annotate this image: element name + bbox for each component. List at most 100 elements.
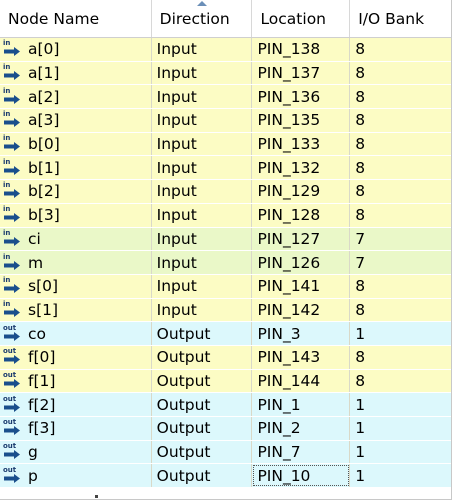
table-row[interactable]: out f[1] Output PIN_144 8 [0, 369, 451, 394]
column-header-io-bank[interactable]: I/O Bank [350, 0, 451, 37]
direction-cell[interactable]: Output [152, 464, 253, 488]
location-cell[interactable]: PIN_132 [252, 156, 351, 180]
direction-cell[interactable]: Input [152, 38, 253, 61]
table-row[interactable]: in a[3] Input PIN_135 8 [0, 109, 451, 133]
node-name-cell[interactable]: out f[2] [0, 393, 152, 416]
direction-cell[interactable]: Input [152, 203, 253, 227]
direction-cell[interactable]: Output [152, 322, 253, 345]
io-bank-cell[interactable]: 8 [350, 85, 451, 108]
direction-cell[interactable]: Input [152, 61, 253, 85]
table-row[interactable]: in b[0] Input PIN_133 8 [0, 132, 451, 157]
direction-cell[interactable]: Input [152, 85, 253, 109]
io-bank-cell[interactable]: 8 [350, 180, 451, 203]
location-cell[interactable]: PIN_126 [252, 251, 351, 274]
node-name-cell[interactable]: in a[2] [0, 85, 152, 109]
direction-cell[interactable]: Output [152, 393, 253, 416]
table-row[interactable]: in ci Input PIN_127 7 [0, 227, 451, 252]
location-cell[interactable]: PIN_129 [252, 180, 351, 203]
table-row[interactable]: out p Output PIN_10 1 [0, 464, 451, 489]
node-name-cell[interactable]: out g [0, 440, 152, 464]
table-row[interactable]: in a[2] Input PIN_136 8 [0, 85, 451, 110]
location-cell[interactable]: PIN_143 [252, 345, 351, 369]
node-name-cell[interactable]: in b[1] [0, 156, 152, 180]
node-name-cell[interactable]: in s[1] [0, 298, 152, 322]
node-name-cell[interactable]: in ci [0, 227, 152, 251]
location-cell[interactable]: PIN_128 [252, 203, 351, 227]
direction-cell[interactable]: Input [152, 298, 253, 322]
io-bank-cell[interactable]: 8 [350, 275, 451, 298]
column-header-direction[interactable]: Direction [152, 0, 253, 37]
location-cell[interactable]: PIN_144 [252, 369, 351, 393]
node-name-cell[interactable]: in s[0] [0, 274, 152, 298]
location-cell[interactable]: PIN_135 [252, 109, 351, 132]
io-bank-cell[interactable]: 8 [350, 204, 451, 227]
direction-cell[interactable]: Output [152, 417, 253, 440]
node-name-cell[interactable]: in a[0] [0, 38, 152, 61]
location-cell[interactable]: PIN_137 [252, 61, 351, 85]
table-row[interactable]: in s[0] Input PIN_141 8 [0, 274, 451, 299]
table-row[interactable]: out co Output PIN_3 1 [0, 322, 451, 346]
direction-cell[interactable]: Input [152, 156, 253, 180]
io-bank-cell[interactable]: 8 [350, 370, 451, 393]
location-cell[interactable]: PIN_142 [252, 298, 351, 322]
location-cell[interactable]: PIN_2 [252, 417, 351, 440]
location-cell[interactable]: PIN_1 [252, 393, 351, 416]
location-cell[interactable]: PIN_138 [252, 38, 351, 61]
table-row[interactable]: in m Input PIN_126 7 [0, 251, 451, 275]
direction-cell[interactable]: Output [152, 440, 253, 464]
column-resize-handle[interactable] [95, 495, 98, 498]
location-cell[interactable]: PIN_136 [252, 85, 351, 109]
node-name-cell[interactable]: in b[3] [0, 203, 152, 227]
table-row[interactable]: in b[2] Input PIN_129 8 [0, 180, 451, 204]
io-bank-cell[interactable]: 1 [350, 393, 451, 416]
node-name-cell[interactable]: in a[3] [0, 109, 152, 132]
table-row[interactable]: out g Output PIN_7 1 [0, 440, 451, 465]
table-row[interactable]: out f[0] Output PIN_143 8 [0, 345, 451, 370]
node-name-cell[interactable]: in b[2] [0, 180, 152, 203]
column-header-location[interactable]: Location [252, 0, 351, 37]
io-bank-cell[interactable]: 1 [350, 417, 451, 440]
io-bank-cell[interactable]: 8 [350, 133, 451, 156]
io-bank-cell[interactable]: 1 [350, 441, 451, 464]
direction-cell[interactable]: Input [152, 251, 253, 274]
location-cell[interactable]: PIN_7 [252, 440, 351, 464]
direction-cell[interactable]: Input [152, 274, 253, 298]
node-name-cell[interactable]: out f[1] [0, 369, 152, 393]
io-bank-cell[interactable]: 8 [350, 38, 451, 61]
direction-cell[interactable]: Output [152, 369, 253, 393]
direction-cell[interactable]: Input [152, 180, 253, 203]
location-cell[interactable]: PIN_3 [252, 322, 351, 345]
io-bank-cell[interactable]: 8 [350, 109, 451, 132]
node-name-cell[interactable]: in a[1] [0, 61, 152, 85]
io-bank-cell[interactable]: 1 [350, 464, 451, 487]
io-bank-cell[interactable]: 8 [350, 346, 451, 369]
node-name-cell[interactable]: out p [0, 464, 152, 488]
column-header-node-name[interactable]: Node Name [0, 0, 152, 37]
table-row[interactable]: out f[3] Output PIN_2 1 [0, 417, 451, 441]
table-row[interactable]: in a[1] Input PIN_137 8 [0, 61, 451, 86]
io-bank-cell[interactable]: 8 [350, 299, 451, 322]
io-bank-cell[interactable]: 8 [350, 62, 451, 85]
node-name-cell[interactable]: out f[3] [0, 417, 152, 440]
direction-cell[interactable]: Input [152, 227, 253, 251]
node-name-cell[interactable]: out co [0, 322, 152, 345]
io-bank-cell[interactable]: 8 [350, 156, 451, 179]
table-row[interactable]: in b[1] Input PIN_132 8 [0, 156, 451, 181]
node-name-cell[interactable]: in b[0] [0, 132, 152, 156]
direction-cell[interactable]: Input [152, 109, 253, 132]
io-bank-cell[interactable]: 1 [350, 322, 451, 345]
location-cell[interactable]: PIN_127 [252, 227, 351, 251]
table-row[interactable]: in s[1] Input PIN_142 8 [0, 298, 451, 323]
node-name-cell[interactable]: in m [0, 251, 152, 274]
direction-cell[interactable]: Output [152, 345, 253, 369]
node-name-cell[interactable]: out f[0] [0, 345, 152, 369]
location-cell[interactable]: PIN_141 [252, 274, 351, 298]
location-cell[interactable]: PIN_10 [252, 464, 351, 488]
table-row[interactable]: in a[0] Input PIN_138 8 [0, 38, 451, 62]
table-row[interactable]: out f[2] Output PIN_1 1 [0, 393, 451, 417]
io-bank-cell[interactable]: 7 [350, 228, 451, 251]
io-bank-cell[interactable]: 7 [350, 251, 451, 274]
table-row[interactable]: in b[3] Input PIN_128 8 [0, 203, 451, 228]
location-cell[interactable]: PIN_133 [252, 132, 351, 156]
direction-cell[interactable]: Input [152, 132, 253, 156]
